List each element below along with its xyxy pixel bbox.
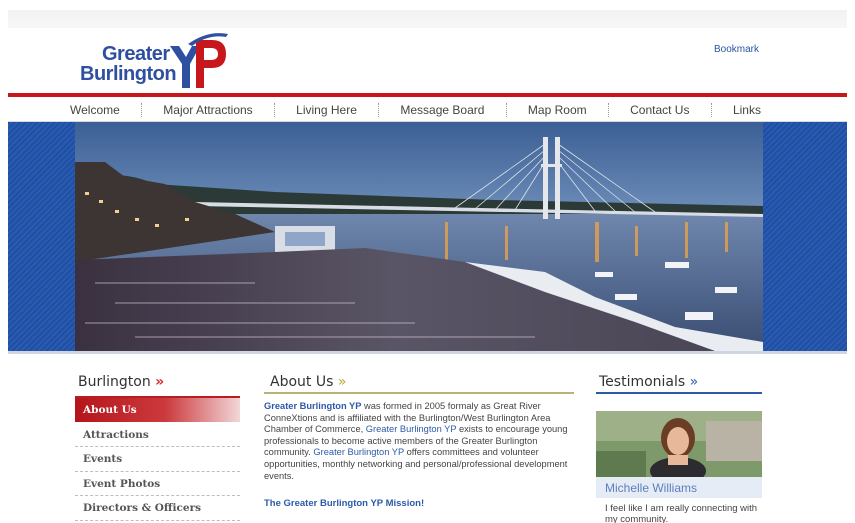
testimonial-quote: I feel like I am really connecting with … — [596, 498, 762, 523]
side-item-about-us[interactable]: About Us — [75, 398, 240, 423]
nav-message-board[interactable]: Message Board — [400, 103, 484, 117]
hero-photo — [75, 122, 763, 351]
nav-welcome[interactable]: Welcome — [70, 103, 120, 117]
main-nav: Welcome Major Attractions Living Here Me… — [8, 99, 847, 121]
logo-line2: Burlington — [80, 63, 177, 85]
testimonial-card: Michelle Williams I feel like I am reall… — [596, 411, 762, 523]
about-title-arrow-icon: » — [337, 374, 347, 390]
nav-contact-us[interactable]: Contact Us — [630, 103, 689, 117]
nav-divider — [378, 103, 380, 117]
nav-divider — [141, 103, 143, 117]
nav-map-room[interactable]: Map Room — [528, 103, 587, 117]
left-title-text: Burlington — [78, 374, 151, 390]
testimonials-title-text: Testimonials — [599, 374, 686, 390]
left-column: Burlington » About Us Attractions Events… — [75, 374, 240, 521]
hero-banner — [8, 122, 847, 351]
logo-mark-icon — [170, 33, 228, 88]
site-header: Greater Burlington Bookmark — [8, 28, 847, 94]
side-item-attractions[interactable]: Attractions — [75, 423, 240, 447]
logo-line1: Greater — [102, 43, 170, 65]
top-stripe — [8, 10, 847, 28]
side-menu: About Us Attractions Events Event Photos… — [75, 396, 240, 521]
bookmark-link[interactable]: Bookmark — [714, 44, 759, 55]
nav-divider — [710, 103, 712, 117]
side-item-events[interactable]: Events — [75, 447, 240, 472]
org-name: Greater Burlington YP — [264, 401, 362, 411]
site-logo[interactable]: Greater Burlington — [80, 30, 230, 90]
about-title: About Us » — [264, 374, 574, 394]
testimonials-title: Testimonials » — [596, 374, 762, 394]
nav-divider — [505, 103, 507, 117]
left-title-arrow-icon: » — [155, 374, 165, 390]
org-name: Greater Burlington YP — [365, 424, 457, 435]
nav-divider — [607, 103, 609, 117]
mission-heading[interactable]: The Greater Burlington YP Mission! — [264, 498, 574, 509]
left-column-title: Burlington » — [75, 374, 240, 394]
testimonial-photo — [596, 411, 762, 477]
testimonials-column: Testimonials » Michelle Williams I feel … — [596, 374, 762, 523]
nav-links[interactable]: Links — [733, 103, 761, 117]
header-rule — [8, 93, 847, 97]
nav-living-here[interactable]: Living Here — [296, 103, 357, 117]
side-item-directors-officers[interactable]: Directors & Officers — [75, 496, 240, 521]
side-item-event-photos[interactable]: Event Photos — [75, 472, 240, 496]
nav-major-attractions[interactable]: Major Attractions — [163, 103, 252, 117]
nav-divider — [273, 103, 275, 117]
testimonials-title-arrow-icon: » — [689, 374, 699, 390]
banner-bottom-rule — [8, 351, 847, 354]
about-column: About Us » Greater Burlington YP was for… — [264, 374, 574, 509]
testimonial-name[interactable]: Michelle Williams — [596, 477, 762, 495]
about-title-text: About Us — [270, 374, 334, 390]
org-name: Greater Burlington YP — [313, 447, 405, 458]
about-paragraph: Greater Burlington YP was formed in 2005… — [264, 401, 574, 482]
